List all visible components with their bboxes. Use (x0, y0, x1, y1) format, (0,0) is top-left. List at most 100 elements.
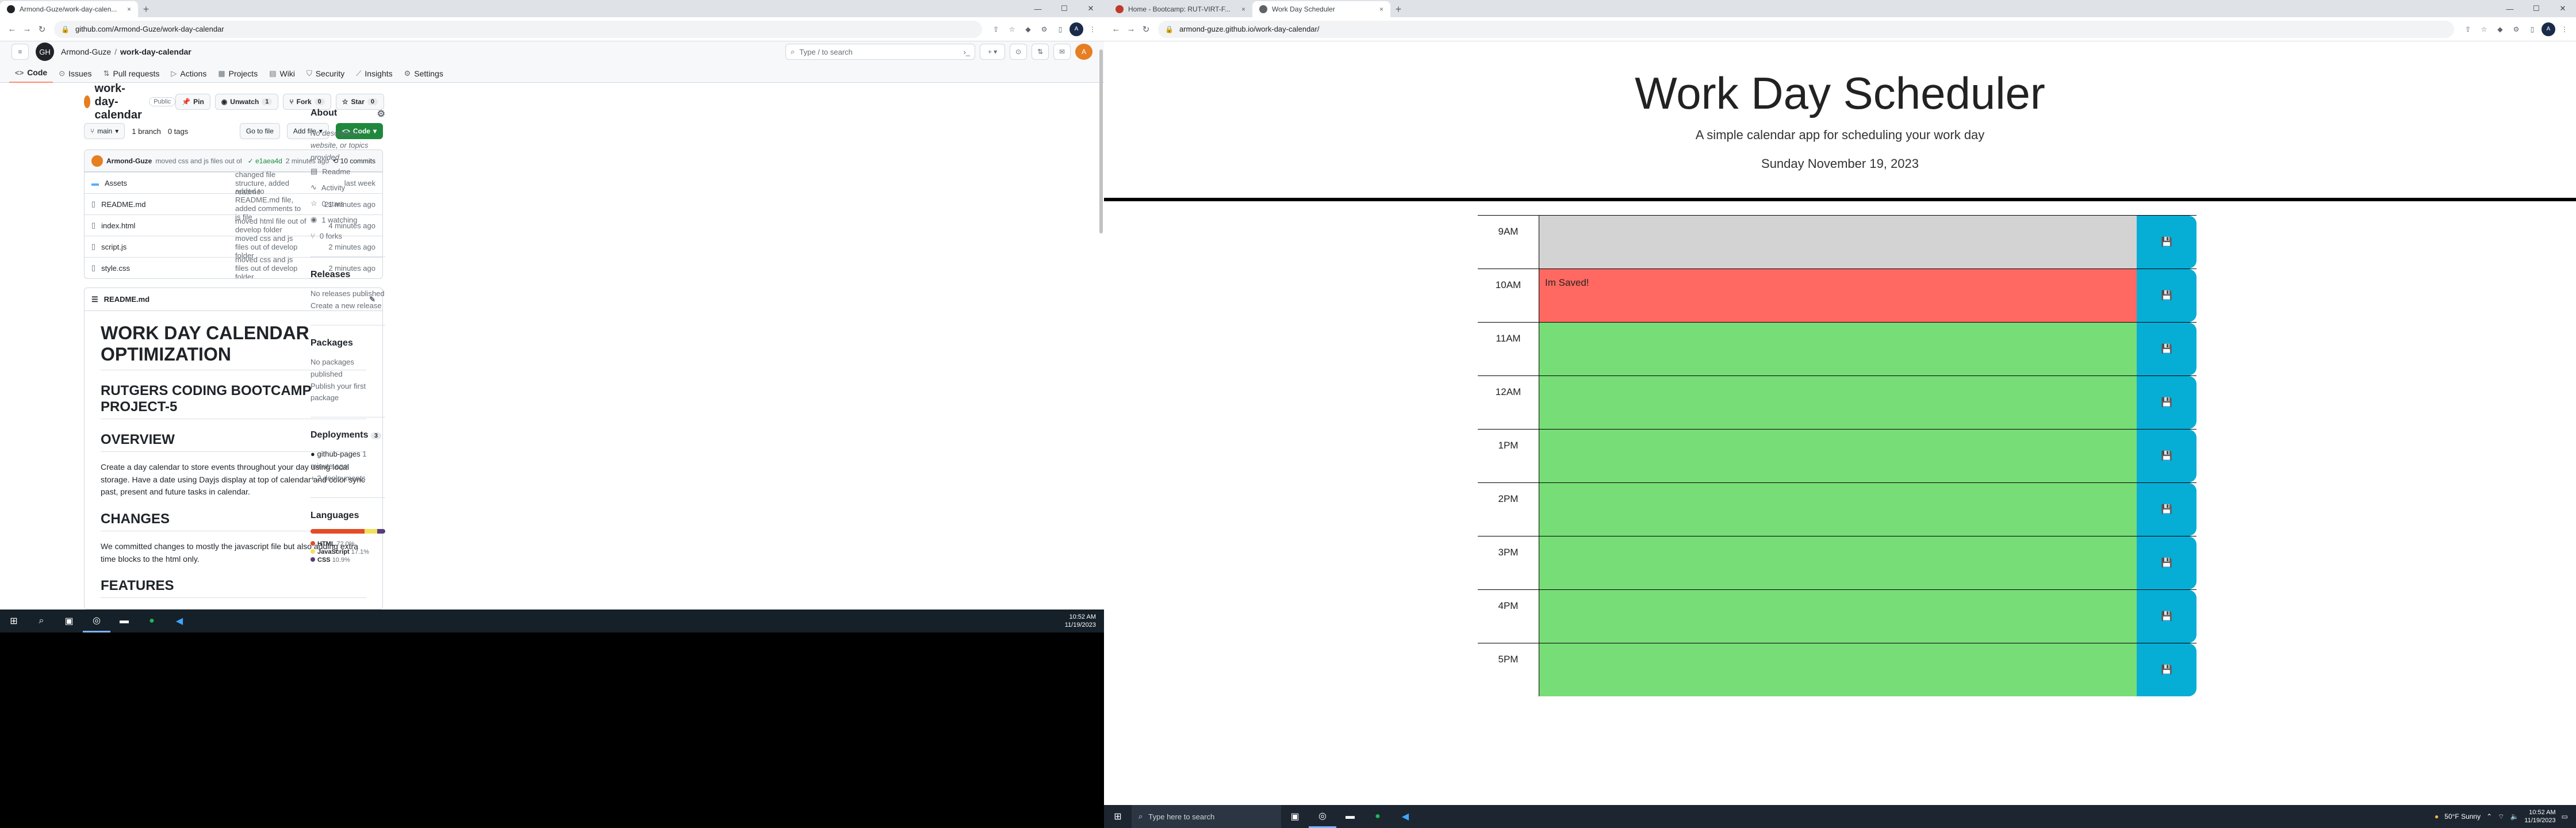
branch-select[interactable]: ⑂ main ▾ (84, 123, 125, 139)
more-deployments-link[interactable]: + 2 deployments (310, 473, 385, 485)
clock[interactable]: 10:52 AM 11/19/2023 (1065, 613, 1096, 630)
close-window-icon[interactable]: ✕ (1078, 0, 1104, 17)
tab-bootcamp[interactable]: Home - Bootcamp: RUT-VIRT-F... × (1109, 1, 1252, 17)
language-item[interactable]: CSS 10.9% (310, 557, 350, 564)
event-textarea[interactable]: Im Saved! (1539, 269, 2137, 322)
vscode-icon[interactable]: ◀ (1392, 805, 1419, 828)
scrollbar[interactable] (1099, 49, 1103, 233)
vscode-icon[interactable]: ◀ (166, 610, 193, 632)
tab-security[interactable]: ⛉ Security (301, 69, 350, 83)
tab-work-day-scheduler[interactable]: Work Day Scheduler × (1252, 1, 1390, 17)
owner-link[interactable]: Armond-Guze (61, 47, 111, 56)
tab-github[interactable]: Armond-Guze/work-day-calen... × (0, 1, 138, 17)
file-commit-msg[interactable]: moved css and js files out of develop fo… (235, 255, 306, 279)
commit-hash[interactable]: ✓ e1aea4d (248, 157, 282, 165)
github-search-input[interactable]: ⌕ Type / to search ›_ (785, 44, 975, 60)
taskbar-search-input[interactable]: ⌕ Type here to search (1132, 805, 1281, 828)
weather-text[interactable]: 50°F Sunny (2444, 812, 2481, 821)
file-explorer-icon[interactable]: ▬ (1336, 805, 1364, 828)
tags-link[interactable]: 0 tags (168, 127, 188, 136)
browser-menu-icon[interactable]: ⋮ (1086, 22, 1099, 36)
save-button[interactable]: 💾 (2137, 643, 2196, 696)
releases-title[interactable]: Releases (310, 270, 385, 280)
bookmark-star-icon[interactable]: ☆ (1005, 22, 1019, 36)
tab-projects[interactable]: ▦ Projects (212, 69, 263, 83)
deployments-title[interactable]: Deployments (310, 430, 368, 440)
file-name[interactable]: README.md (101, 200, 145, 209)
save-button[interactable]: 💾 (2137, 590, 2196, 643)
about-stars[interactable]: ☆ 0 stars (310, 195, 385, 212)
github-logo-icon[interactable]: GH (36, 43, 54, 61)
packages-title[interactable]: Packages (310, 338, 385, 348)
minimize-icon[interactable]: — (1025, 0, 1051, 17)
about-watching[interactable]: ◉ 1 watching (310, 212, 385, 228)
star-button[interactable]: ☆ Star 0 (335, 94, 384, 110)
language-item[interactable]: HTML 72.0% (310, 540, 355, 547)
save-button[interactable]: 💾 (2137, 376, 2196, 429)
minimize-icon[interactable]: — (2497, 0, 2523, 17)
chrome-app-icon[interactable]: ◎ (1309, 805, 1336, 828)
inbox-icon[interactable]: ✉ (1053, 44, 1071, 60)
browser-menu-icon[interactable]: ⋮ (2558, 22, 2571, 36)
sidebar-icon[interactable]: ▯ (2525, 22, 2539, 36)
spotify-icon[interactable]: ● (1364, 805, 1392, 828)
repo-link[interactable]: work-day-calendar (120, 47, 191, 56)
pull-requests-icon[interactable]: ⇅ (1032, 44, 1049, 60)
new-tab-icon[interactable]: + (138, 1, 154, 17)
volume-icon[interactable]: 🔈 (2510, 812, 2518, 821)
extension-icon[interactable]: ◆ (1021, 22, 1035, 36)
network-icon[interactable]: ⌔ (2498, 812, 2504, 821)
command-palette-icon[interactable]: ›_ (963, 48, 970, 56)
tab-close-icon[interactable]: × (122, 5, 131, 13)
file-name[interactable]: style.css (101, 264, 130, 273)
tab-close-icon[interactable]: × (1237, 5, 1245, 13)
reload-icon[interactable]: ↻ (1138, 22, 1153, 37)
tab-code[interactable]: <> Code (9, 68, 53, 83)
save-button[interactable]: 💾 (2137, 269, 2196, 322)
clock[interactable]: 10:52 AM 11/19/2023 (2524, 808, 2555, 825)
language-item[interactable]: JavaScript 17.1% (310, 549, 369, 555)
save-button[interactable]: 💾 (2137, 323, 2196, 375)
file-commit-msg[interactable]: moved html file out of develop folder (235, 217, 306, 234)
search-icon[interactable]: ⌕ (28, 610, 55, 632)
file-name[interactable]: Assets (105, 179, 127, 187)
about-forks[interactable]: ⑂ 0 forks (310, 228, 385, 244)
extensions-puzzle-icon[interactable]: ⚙ (2509, 22, 2523, 36)
event-textarea[interactable] (1539, 536, 2137, 589)
event-textarea[interactable] (1539, 376, 2137, 429)
menu-icon[interactable]: ≡ (12, 44, 29, 60)
about-readme[interactable]: ▤ Readme (310, 163, 385, 179)
task-view-icon[interactable]: ▣ (1281, 805, 1309, 828)
back-icon[interactable]: ← (5, 22, 20, 37)
gear-icon[interactable]: ⚙ (377, 108, 385, 120)
address-bar[interactable]: 🔒 github.com/Armond-Guze/work-day-calend… (54, 20, 982, 38)
bookmark-star-icon[interactable]: ☆ (2477, 22, 2491, 36)
task-view-icon[interactable]: ▣ (55, 610, 83, 632)
profile-avatar[interactable]: A (2542, 22, 2555, 36)
tab-wiki[interactable]: ▤ Wiki (263, 69, 301, 83)
share-icon[interactable]: ⇪ (989, 22, 1003, 36)
save-button[interactable]: 💾 (2137, 430, 2196, 482)
windows-start-icon[interactable]: ⊞ (1104, 805, 1132, 828)
extensions-puzzle-icon[interactable]: ⚙ (1037, 22, 1051, 36)
pin-button[interactable]: 📌 Pin (175, 94, 210, 110)
windows-start-icon[interactable]: ⊞ (0, 610, 28, 632)
create-new-icon[interactable]: + ▾ (980, 44, 1005, 60)
event-textarea[interactable] (1539, 590, 2137, 643)
go-to-file-button[interactable]: Go to file (239, 123, 280, 139)
event-textarea[interactable] (1539, 430, 2137, 482)
file-name[interactable]: index.html (101, 221, 135, 230)
tab-actions[interactable]: ▷ Actions (165, 69, 212, 83)
tab-issues[interactable]: ⊙ Issues (53, 69, 97, 83)
file-commit-msg[interactable]: added to README.md file, added comments … (235, 187, 306, 221)
new-tab-icon[interactable]: + (1390, 1, 1406, 17)
save-button[interactable]: 💾 (2137, 536, 2196, 589)
tab-close-icon[interactable]: × (1375, 5, 1383, 13)
file-explorer-icon[interactable]: ▬ (110, 610, 138, 632)
forward-icon[interactable]: → (1124, 22, 1138, 37)
tab-settings[interactable]: ⚙ Settings (398, 69, 449, 83)
event-textarea[interactable] (1539, 483, 2137, 536)
user-avatar[interactable]: A (1075, 44, 1092, 60)
tab-pull-requests[interactable]: ⇅ Pull requests (98, 69, 166, 83)
profile-avatar[interactable]: A (1070, 22, 1083, 36)
